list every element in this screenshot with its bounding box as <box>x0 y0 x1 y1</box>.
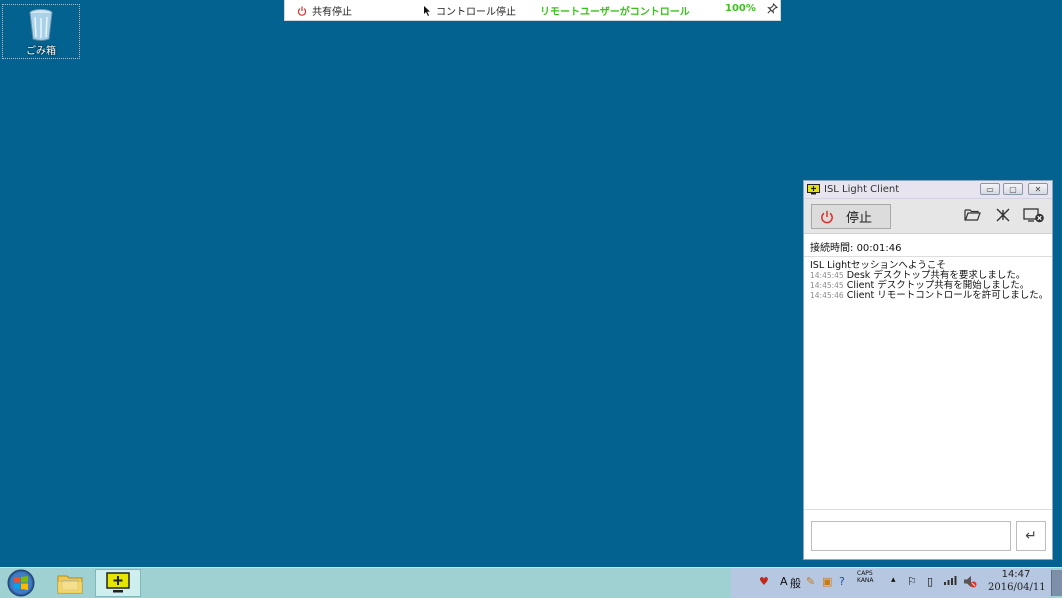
zoom-level[interactable]: 100% <box>725 3 756 14</box>
maximize-button[interactable]: ▢ <box>1003 183 1023 195</box>
stop-control-label: コントロール停止 <box>436 7 516 18</box>
pin-icon <box>767 3 778 14</box>
session-log: ISL Lightセッションへようこそ 14:45:45 Desk デスクトップ共… <box>810 261 1048 301</box>
minimize-button[interactable]: ▭ <box>980 183 1000 195</box>
speaker-mute-icon <box>964 576 977 588</box>
chat-input[interactable] <box>811 521 1011 551</box>
show-desktop-button[interactable] <box>1051 570 1062 596</box>
log-timestamp: 14:45:45 <box>810 271 844 280</box>
recycle-bin-label: ごみ箱 <box>26 46 56 57</box>
folder-icon[interactable] <box>964 208 981 221</box>
stop-share-button[interactable]: 共有停止 <box>297 3 352 18</box>
minimize-icon: ▭ <box>986 184 994 194</box>
ime-mode[interactable]: A <box>780 575 788 588</box>
ime-label[interactable]: 般 <box>790 575 801 591</box>
recycle-bin-desktop-icon[interactable]: ごみ箱 <box>2 4 80 59</box>
connection-time: 接続時間: 00:01:46 <box>810 239 901 254</box>
show-hidden-icons-icon[interactable]: ▴ <box>891 575 896 585</box>
ime-dictionary-icon[interactable]: ▣ <box>822 575 832 588</box>
chat-divider <box>804 509 1052 510</box>
keyboard-status: CAPS KANA <box>857 570 874 584</box>
control-status-text: リモートユーザーがコントロール <box>540 7 690 18</box>
divider <box>804 256 1052 257</box>
taskbar-file-explorer[interactable] <box>50 569 90 597</box>
folder-icon <box>57 575 83 594</box>
action-center-flag-icon[interactable]: ⚐ <box>907 575 917 588</box>
close-icon: ✕ <box>1034 184 1042 194</box>
pin-button[interactable] <box>767 3 778 14</box>
battery-icon[interactable]: ▯ <box>927 575 933 588</box>
start-button-windows-icon[interactable] <box>5 569 37 597</box>
window-title-bar[interactable]: ISL Light Client ▭ ▢ ✕ <box>804 181 1052 199</box>
connection-time-label: 接続時間: <box>810 243 854 254</box>
tools-icon[interactable] <box>995 208 1011 222</box>
send-button[interactable]: ↵ <box>1016 521 1046 551</box>
network-signal-icon[interactable] <box>943 575 957 589</box>
isl-logo-icon <box>807 184 820 195</box>
client-toolbar: 停止 <box>804 199 1052 234</box>
connection-time-value: 00:01:46 <box>856 243 902 254</box>
taskbar: ♥ A 般 ✎ ▣ ? CAPS KANA ▴ ⚐ ▯ 14:47 2016/0… <box>0 567 1062 598</box>
stop-session-label: 停止 <box>846 211 873 226</box>
kana-indicator: KANA <box>857 577 874 584</box>
volume-muted-icon[interactable] <box>963 575 977 591</box>
window-title: ISL Light Client <box>824 184 900 195</box>
isl-light-client-window: ISL Light Client ▭ ▢ ✕ 停止 接続時間: 00:01:46… <box>803 180 1053 560</box>
stop-control-button[interactable]: コントロール停止 <box>423 3 516 18</box>
caps-indicator: CAPS <box>857 570 873 577</box>
recycle-bin-icon <box>29 9 53 41</box>
stop-share-label: 共有停止 <box>312 7 352 18</box>
log-timestamp: 14:45:46 <box>810 291 844 300</box>
security-alert-icon[interactable]: ♥ <box>759 575 769 588</box>
log-text: Client リモートコントロールを許可しました。 <box>846 290 1049 301</box>
power-icon <box>821 210 833 223</box>
log-entry: 14:45:46 Client リモートコントロールを許可しました。 <box>810 291 1048 301</box>
disconnect-screen-icon[interactable] <box>1023 208 1045 223</box>
clock-time: 14:47 <box>1001 569 1031 580</box>
log-timestamp: 14:45:45 <box>810 281 844 290</box>
power-icon <box>297 6 307 16</box>
stop-session-button[interactable]: 停止 <box>811 204 891 229</box>
help-icon[interactable]: ? <box>839 575 845 588</box>
session-control-bar: 共有停止 コントロール停止 リモートユーザーがコントロール 100% <box>284 0 781 21</box>
ime-tool-icon[interactable]: ✎ <box>806 575 815 588</box>
enter-icon: ↵ <box>1025 528 1037 544</box>
clock-date: 2016/04/11 <box>988 582 1046 593</box>
cursor-icon <box>424 5 430 16</box>
close-button[interactable]: ✕ <box>1028 183 1048 195</box>
taskbar-isl-light-client[interactable] <box>95 569 141 597</box>
signal-bars-icon <box>944 576 957 585</box>
maximize-icon: ▢ <box>1009 184 1017 194</box>
isl-logo-icon <box>106 572 130 593</box>
system-clock[interactable]: 14:47 2016/04/11 <box>988 569 1046 593</box>
